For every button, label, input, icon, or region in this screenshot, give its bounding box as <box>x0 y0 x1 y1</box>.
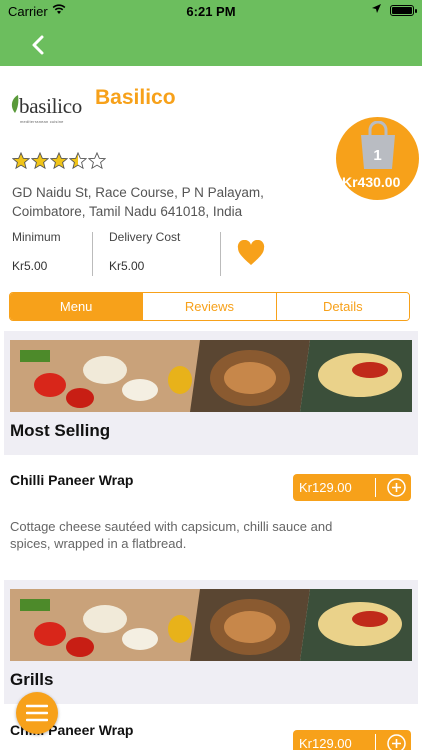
item-price: Kr129.00 <box>299 736 352 750</box>
section-banner-image <box>10 340 412 412</box>
minimum-info: Minimum Kr5.00 <box>12 230 61 273</box>
item-description: Cottage cheese sautéed with capsicum, ch… <box>10 519 333 551</box>
section-title: Grills <box>10 670 54 689</box>
tab-bar: Menu Reviews Details <box>9 292 410 321</box>
logo-wordmark: basilico <box>19 94 82 118</box>
star-icon <box>88 152 106 170</box>
cart-count: 1 <box>373 147 382 164</box>
add-to-cart-button[interactable]: Kr129.00 <box>293 474 411 501</box>
item-name: Chilli Paneer Wrap <box>10 472 134 488</box>
tab-reviews[interactable]: Reviews <box>142 293 276 320</box>
battery-icon <box>390 5 417 16</box>
info-row: Minimum Kr5.00 Delivery Cost Kr5.00 <box>0 230 422 278</box>
cart-total: Kr430.00 <box>342 174 401 190</box>
delivery-info: Delivery Cost Kr5.00 <box>109 230 180 273</box>
hamburger-icon <box>26 704 48 722</box>
tab-menu[interactable]: Menu <box>10 293 143 320</box>
clock: 6:21 PM <box>186 4 236 19</box>
plus-circle-icon <box>387 478 406 497</box>
menu-item[interactable]: Chilli Paneer Wrap Kr129.00 <box>0 722 422 750</box>
star-icon <box>12 152 30 170</box>
menu-section[interactable]: Grills <box>4 580 418 704</box>
plus-circle-icon <box>387 734 406 750</box>
star-icon <box>50 152 68 170</box>
minimum-value: Kr5.00 <box>12 259 48 273</box>
item-price: Kr129.00 <box>299 480 352 495</box>
favorite-heart-icon[interactable] <box>237 240 265 266</box>
section-banner-image <box>10 589 412 661</box>
rating-stars <box>12 152 107 170</box>
menu-section[interactable]: Most Selling <box>4 331 418 455</box>
tab-details[interactable]: Details <box>275 293 409 320</box>
status-bar: Carrier 6:21 PM <box>0 0 422 22</box>
star-icon <box>69 152 87 170</box>
divider <box>375 734 376 750</box>
add-to-cart-button[interactable]: Kr129.00 <box>293 730 411 750</box>
section-title: Most Selling <box>10 421 111 440</box>
chevron-left-icon <box>32 35 44 55</box>
back-button[interactable] <box>24 30 54 60</box>
restaurant-name: Basilico <box>95 86 176 109</box>
restaurant-address: GD Naidu St, Race Course, P N Palayam, C… <box>12 185 264 219</box>
delivery-label: Delivery Cost <box>109 230 181 244</box>
location-arrow-icon <box>372 4 381 13</box>
divider <box>375 478 376 497</box>
divider <box>92 232 93 276</box>
cart-button[interactable]: 1 Kr430.00 <box>336 117 419 200</box>
restaurant-logo: basilico mediterranean cuisine <box>10 92 82 128</box>
menu-item[interactable]: Chilli Paneer Wrap Kr129.00 Cottage chee… <box>0 472 422 572</box>
floating-menu-button[interactable] <box>16 692 58 734</box>
logo-tagline: mediterranean cuisine <box>20 119 64 124</box>
restaurant-header: basilico mediterranean cuisine Basilico … <box>0 66 422 288</box>
minimum-label: Minimum <box>12 230 61 244</box>
divider <box>220 232 221 276</box>
star-icon <box>31 152 49 170</box>
nav-bar <box>0 22 422 66</box>
delivery-value: Kr5.00 <box>109 259 145 273</box>
